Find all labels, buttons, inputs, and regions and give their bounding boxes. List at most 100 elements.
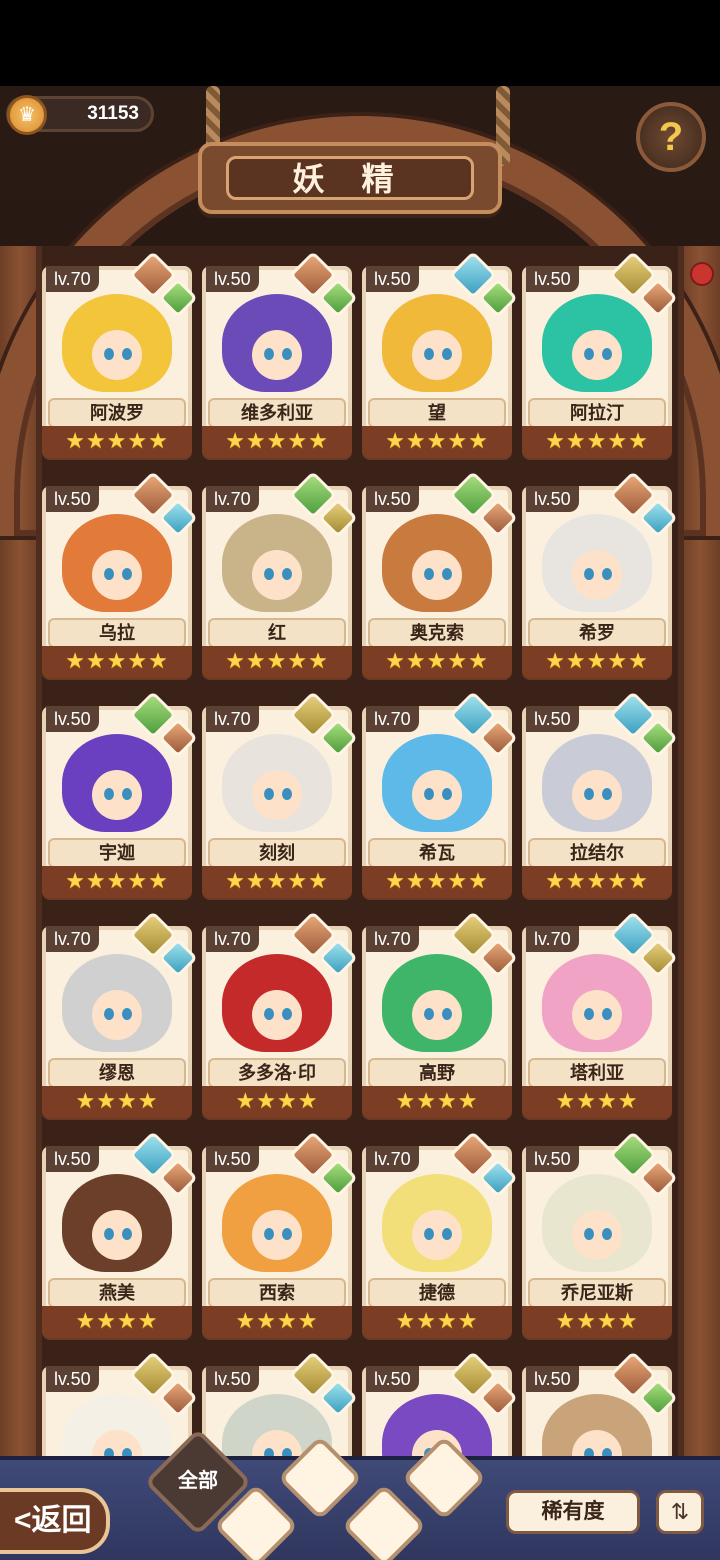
fairy-eye	[602, 1008, 612, 1020]
fairy-card[interactable]: lv.70 捷德 ★★★★	[362, 1130, 518, 1338]
fairy-portrait	[62, 294, 172, 392]
star-rating: ★★★★★	[545, 648, 649, 673]
star-bar: ★★★★	[522, 1306, 672, 1338]
fairy-name: 燕美	[48, 1278, 186, 1308]
fairy-portrait	[382, 514, 492, 612]
star-bar: ★★★★★	[362, 646, 512, 678]
fairy-portrait	[62, 1174, 172, 1272]
star-bar: ★★★★★	[522, 866, 672, 898]
level-label: lv.50	[206, 1146, 259, 1172]
fairy-eye	[584, 788, 594, 800]
star-rating: ★★★★★	[545, 868, 649, 893]
star-rating: ★★★★★	[65, 868, 169, 893]
fairy-card[interactable]: lv.70 塔利亚 ★★★★	[522, 910, 678, 1118]
fairy-name: 多多洛·印	[208, 1058, 346, 1088]
level-label: lv.70	[366, 1146, 419, 1172]
fairy-card[interactable]: lv.50 维多利亚 ★★★★★	[202, 250, 358, 458]
fairy-card[interactable]: lv.50 希罗 ★★★★★	[522, 470, 678, 678]
fairy-name: 乌拉	[48, 618, 186, 648]
level-label: lv.50	[526, 486, 579, 512]
fairy-portrait	[222, 294, 332, 392]
fairy-eye	[424, 568, 434, 580]
star-bar: ★★★★★	[522, 646, 672, 678]
fairy-card[interactable]: lv.50 阿拉汀 ★★★★★	[522, 250, 678, 458]
back-button[interactable]: <返回	[0, 1488, 110, 1554]
fairy-name: 希瓦	[368, 838, 506, 868]
filter-earth-tab[interactable]	[341, 1483, 427, 1560]
fairy-eye	[122, 1008, 132, 1020]
fairy-eye	[264, 788, 274, 800]
fairy-eye	[424, 348, 434, 360]
page-title: 妖 精	[226, 156, 474, 200]
fairy-face	[92, 1210, 142, 1260]
fairy-eye	[282, 1228, 292, 1240]
fairy-eye	[122, 788, 132, 800]
fairy-eye	[122, 568, 132, 580]
fairy-eye	[584, 348, 594, 360]
fairy-portrait	[222, 954, 332, 1052]
star-bar: ★★★★★	[202, 426, 352, 458]
fairy-eye	[282, 788, 292, 800]
status-bar	[0, 0, 720, 86]
fairy-card[interactable]: lv.50 拉结尔 ★★★★★	[522, 690, 678, 898]
star-rating: ★★★★★	[385, 868, 489, 893]
fairy-card[interactable]: lv.70 阿波罗 ★★★★★	[42, 250, 198, 458]
fairy-portrait	[542, 294, 652, 392]
fairy-card[interactable]: lv.50 乌拉 ★★★★★	[42, 470, 198, 678]
level-label: lv.50	[46, 1366, 99, 1392]
fairy-eye	[122, 1228, 132, 1240]
fairy-portrait	[382, 954, 492, 1052]
fairy-eye	[584, 1228, 594, 1240]
fairy-card[interactable]: lv.70 缪恩 ★★★★	[42, 910, 198, 1118]
fairy-name: 刻刻	[208, 838, 346, 868]
star-bar: ★★★★★	[362, 866, 512, 898]
help-button[interactable]: ?	[636, 102, 706, 172]
fairy-portrait	[382, 294, 492, 392]
fairy-eye	[264, 1228, 274, 1240]
star-rating: ★★★★★	[545, 428, 649, 453]
fairy-card[interactable]: lv.50 望 ★★★★★	[362, 250, 518, 458]
fairy-eye	[122, 348, 132, 360]
fairy-card[interactable]: lv.70 多多洛·印 ★★★★	[202, 910, 358, 1118]
fairy-card[interactable]: lv.70 高野 ★★★★	[362, 910, 518, 1118]
fairy-name: 拉结尔	[528, 838, 666, 868]
fairy-eye	[264, 568, 274, 580]
fairy-card[interactable]: lv.50 奥克索 ★★★★★	[362, 470, 518, 678]
fairy-eye	[602, 568, 612, 580]
fairy-portrait	[62, 954, 172, 1052]
fairy-portrait	[542, 954, 652, 1052]
level-label: lv.70	[206, 706, 259, 732]
fairy-name: 西索	[208, 1278, 346, 1308]
fairy-card[interactable]: lv.50 燕美 ★★★★	[42, 1130, 198, 1338]
fairy-name: 红	[208, 618, 346, 648]
sort-rarity-button[interactable]: 稀有度	[506, 1490, 640, 1534]
fairy-eye	[584, 568, 594, 580]
star-bar: ★★★★	[362, 1086, 512, 1118]
sort-order-button[interactable]: ⇅	[656, 1490, 704, 1534]
level-label: lv.70	[46, 266, 99, 292]
fairy-portrait	[382, 1174, 492, 1272]
level-label: lv.50	[46, 486, 99, 512]
fairy-name: 奥克索	[368, 618, 506, 648]
star-rating: ★★★★★	[65, 648, 169, 673]
fairy-card[interactable]: lv.50 宇迦 ★★★★★	[42, 690, 198, 898]
fairy-face	[92, 550, 142, 600]
fairy-card[interactable]: lv.70 刻刻 ★★★★★	[202, 690, 358, 898]
fairy-portrait	[222, 514, 332, 612]
fairy-card[interactable]: lv.50 乔尼亚斯 ★★★★	[522, 1130, 678, 1338]
level-label: lv.50	[206, 1366, 259, 1392]
level-label: lv.50	[366, 1366, 419, 1392]
fairy-face	[412, 990, 462, 1040]
fairy-card[interactable]: lv.50 西索 ★★★★	[202, 1130, 358, 1338]
coin-icon: ♛	[7, 95, 47, 135]
fairy-name: 阿拉汀	[528, 398, 666, 428]
question-sprout-icon: ?	[658, 115, 684, 159]
star-bar: ★★★★★	[362, 426, 512, 458]
fairy-face	[252, 330, 302, 380]
star-rating: ★★★★	[395, 1088, 479, 1113]
star-bar: ★★★★★	[42, 646, 192, 678]
fairy-card[interactable]: lv.70 希瓦 ★★★★★	[362, 690, 518, 898]
star-rating: ★★★★★	[385, 648, 489, 673]
fairy-card[interactable]: lv.70 红 ★★★★★	[202, 470, 358, 678]
star-bar: ★★★★★	[42, 866, 192, 898]
